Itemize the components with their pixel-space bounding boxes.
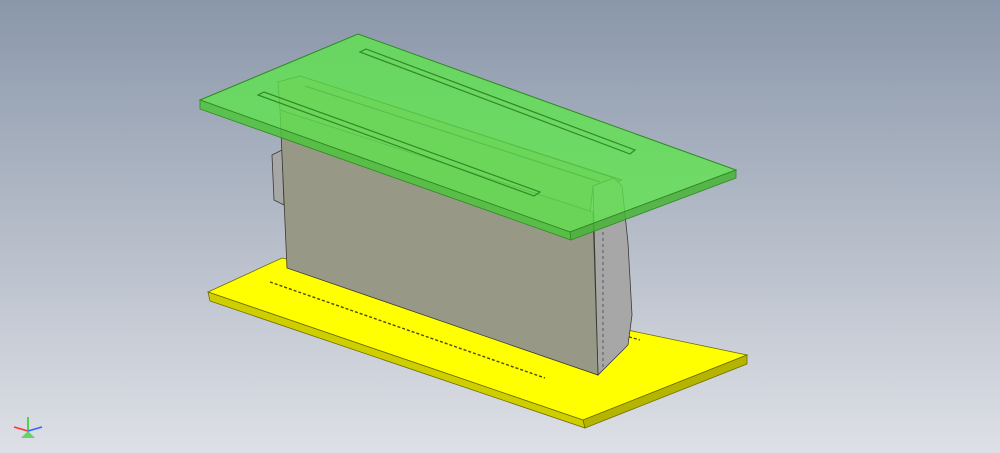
3d-viewport[interactable] [0,0,1000,453]
model-scene[interactable] [0,0,1000,453]
axis-triad-icon [13,417,43,438]
